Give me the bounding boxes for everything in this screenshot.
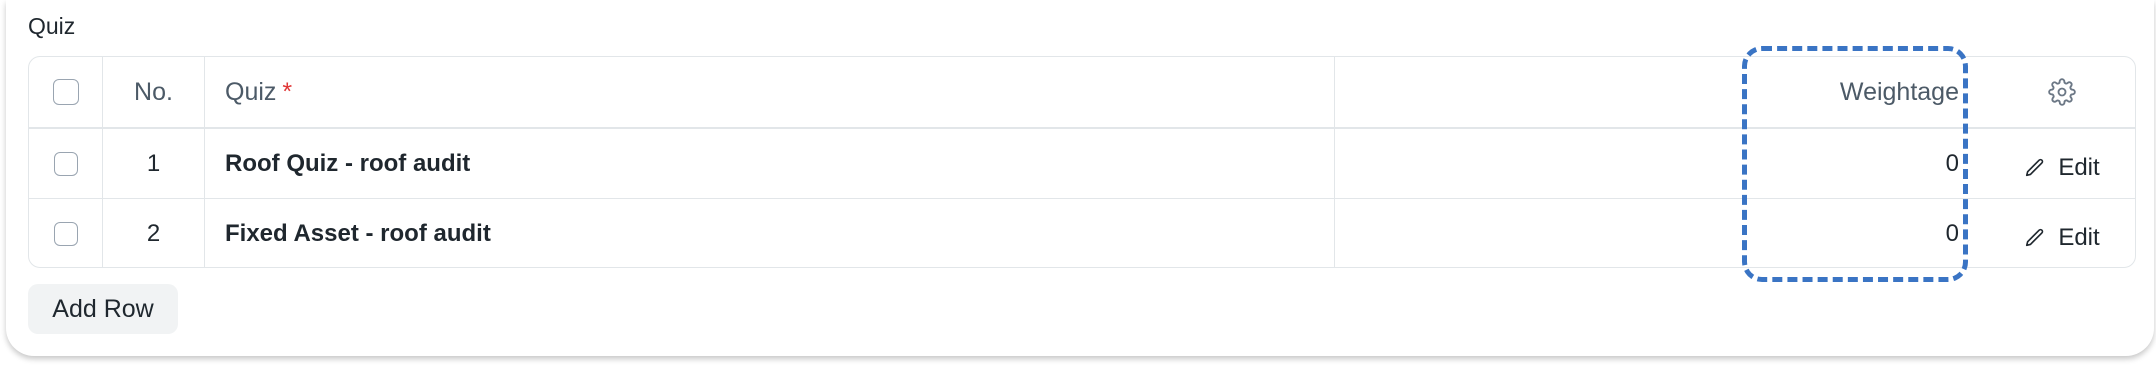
row-action-cell: Edit	[1987, 199, 2135, 267]
pencil-icon	[2024, 227, 2046, 249]
edit-button[interactable]: Edit	[2024, 224, 2100, 252]
row-number: 1	[103, 129, 205, 198]
select-all-checkbox[interactable]	[52, 79, 79, 105]
row-weightage[interactable]: 0	[1687, 199, 1987, 267]
row-blank	[1335, 199, 1687, 267]
row-checkbox[interactable]	[53, 151, 78, 176]
header-quiz-label: Quiz	[225, 77, 277, 106]
edit-button[interactable]: Edit	[2024, 153, 2100, 182]
table-row[interactable]: 2 Fixed Asset - roof audit 0 Edit	[29, 199, 2135, 267]
row-blank	[1335, 129, 1687, 198]
table-row[interactable]: 1 Roof Quiz - roof audit 0 Edit	[29, 129, 2135, 199]
required-marker: *	[282, 77, 293, 106]
pencil-icon	[2024, 157, 2046, 179]
row-checkbox[interactable]	[53, 222, 78, 246]
row-action-cell: Edit	[1987, 129, 2135, 198]
edit-label: Edit	[2058, 153, 2100, 181]
row-weightage[interactable]: 0	[1687, 129, 1987, 198]
add-row-button[interactable]: Add Row	[28, 284, 178, 334]
header-quiz: Quiz *	[205, 57, 1335, 127]
quiz-section-card: Quiz No. Quiz * Weightage 1 Roof Quiz - …	[6, 0, 2154, 356]
row-quiz-name: Roof Quiz - roof audit	[225, 149, 471, 177]
row-quiz-cell[interactable]: Fixed Asset - roof audit	[205, 199, 1335, 267]
row-checkbox-cell	[29, 129, 103, 198]
row-checkbox-cell	[29, 199, 103, 267]
row-quiz-name: Fixed Asset - roof audit	[225, 220, 491, 247]
header-blank	[1335, 57, 1687, 127]
quiz-table: No. Quiz * Weightage 1 Roof Quiz - roof …	[28, 56, 2136, 268]
table-header-row: No. Quiz * Weightage	[29, 57, 2135, 129]
row-quiz-cell[interactable]: Roof Quiz - roof audit	[205, 129, 1335, 198]
header-checkbox-cell	[29, 57, 103, 127]
edit-label: Edit	[2058, 224, 2100, 251]
header-weightage: Weightage	[1839, 77, 1959, 106]
section-label: Quiz	[28, 13, 76, 39]
header-no: No.	[103, 57, 205, 127]
row-number: 2	[103, 199, 205, 267]
gear-icon[interactable]	[2048, 78, 2076, 106]
header-settings-cell	[1987, 57, 2135, 127]
